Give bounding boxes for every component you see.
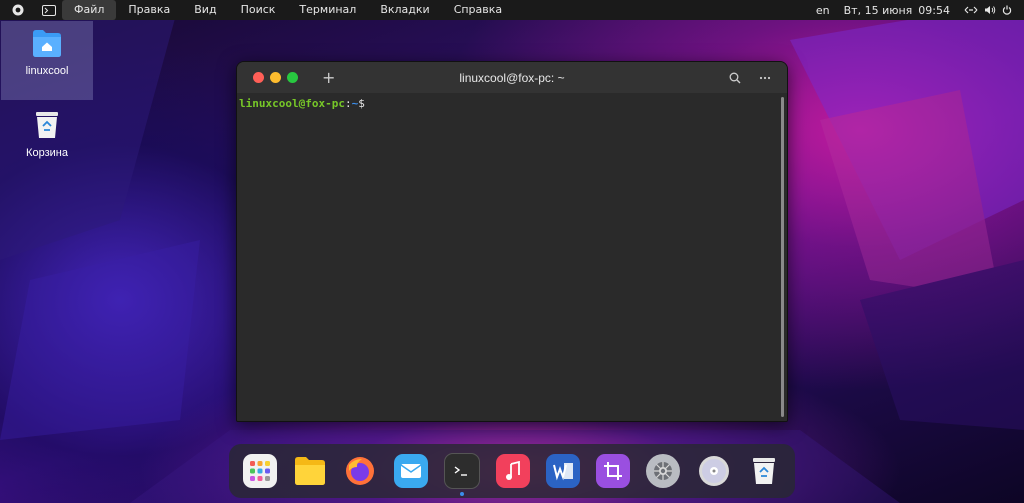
date-label[interactable]: Вт, 15 июня (844, 4, 913, 17)
scrollbar[interactable] (781, 97, 784, 417)
settings-icon[interactable] (646, 454, 681, 488)
word-icon[interactable] (546, 454, 581, 488)
close-button[interactable] (253, 72, 264, 83)
menu-file[interactable]: Файл (62, 0, 117, 20)
dock (229, 444, 795, 498)
app-grid-icon[interactable] (243, 454, 278, 488)
terminal-app-icon[interactable] (36, 4, 62, 16)
prompt-symbol: $ (358, 97, 365, 110)
terminal-content[interactable]: linuxcool@fox-pc:~$ (237, 93, 787, 421)
top-bar: Файл Правка Вид Поиск Терминал Вкладки С… (0, 0, 1024, 20)
screenshot-crop-icon[interactable] (596, 454, 631, 488)
power-icon (1002, 5, 1012, 15)
menu-help[interactable]: Справка (442, 0, 514, 20)
disc-icon[interactable] (697, 454, 731, 488)
desktop-icon-trash[interactable]: Корзина (1, 110, 93, 159)
minimize-button[interactable] (270, 72, 281, 83)
mail-icon[interactable] (393, 454, 428, 488)
menu-tabs[interactable]: Вкладки (368, 0, 441, 20)
network-icon (964, 6, 978, 14)
time-label[interactable]: 09:54 (918, 4, 950, 17)
prompt-separator: : (344, 97, 352, 110)
desktop-icon-label: linuxcool (25, 65, 69, 77)
terminal-titlebar[interactable]: + linuxcool@fox-pc: ~ (237, 62, 787, 93)
prompt-user: linuxcool@fox-pc (239, 97, 345, 110)
desktop-icon-label: Корзина (26, 147, 68, 159)
music-icon[interactable] (495, 454, 530, 488)
menu-terminal[interactable]: Терминал (287, 0, 368, 20)
window-title: linuxcool@fox-pc: ~ (459, 70, 565, 85)
trash-icon[interactable] (747, 454, 781, 488)
terminal-icon[interactable] (443, 453, 480, 496)
menu-view[interactable]: Вид (182, 0, 228, 20)
menu-search[interactable]: Поиск (229, 0, 288, 20)
menu-edit[interactable]: Правка (116, 0, 182, 20)
keyboard-layout[interactable]: en (816, 4, 830, 17)
terminal-window[interactable]: + linuxcool@fox-pc: ~ linuxcool@fox-pc:~… (236, 61, 788, 422)
firefox-icon[interactable] (343, 454, 377, 488)
desktop-icon-home[interactable]: linuxcool (1, 21, 93, 100)
trash-icon (36, 112, 58, 138)
more-options-icon[interactable] (759, 76, 771, 80)
search-icon[interactable] (729, 72, 741, 84)
ubuntu-logo-icon[interactable] (0, 4, 36, 16)
running-indicator (459, 492, 464, 496)
home-folder-icon (33, 30, 61, 57)
new-tab-button[interactable]: + (322, 68, 335, 87)
volume-icon (985, 6, 996, 14)
maximize-button[interactable] (287, 72, 298, 83)
system-tray[interactable] (964, 5, 1012, 15)
files-icon[interactable] (293, 454, 327, 488)
